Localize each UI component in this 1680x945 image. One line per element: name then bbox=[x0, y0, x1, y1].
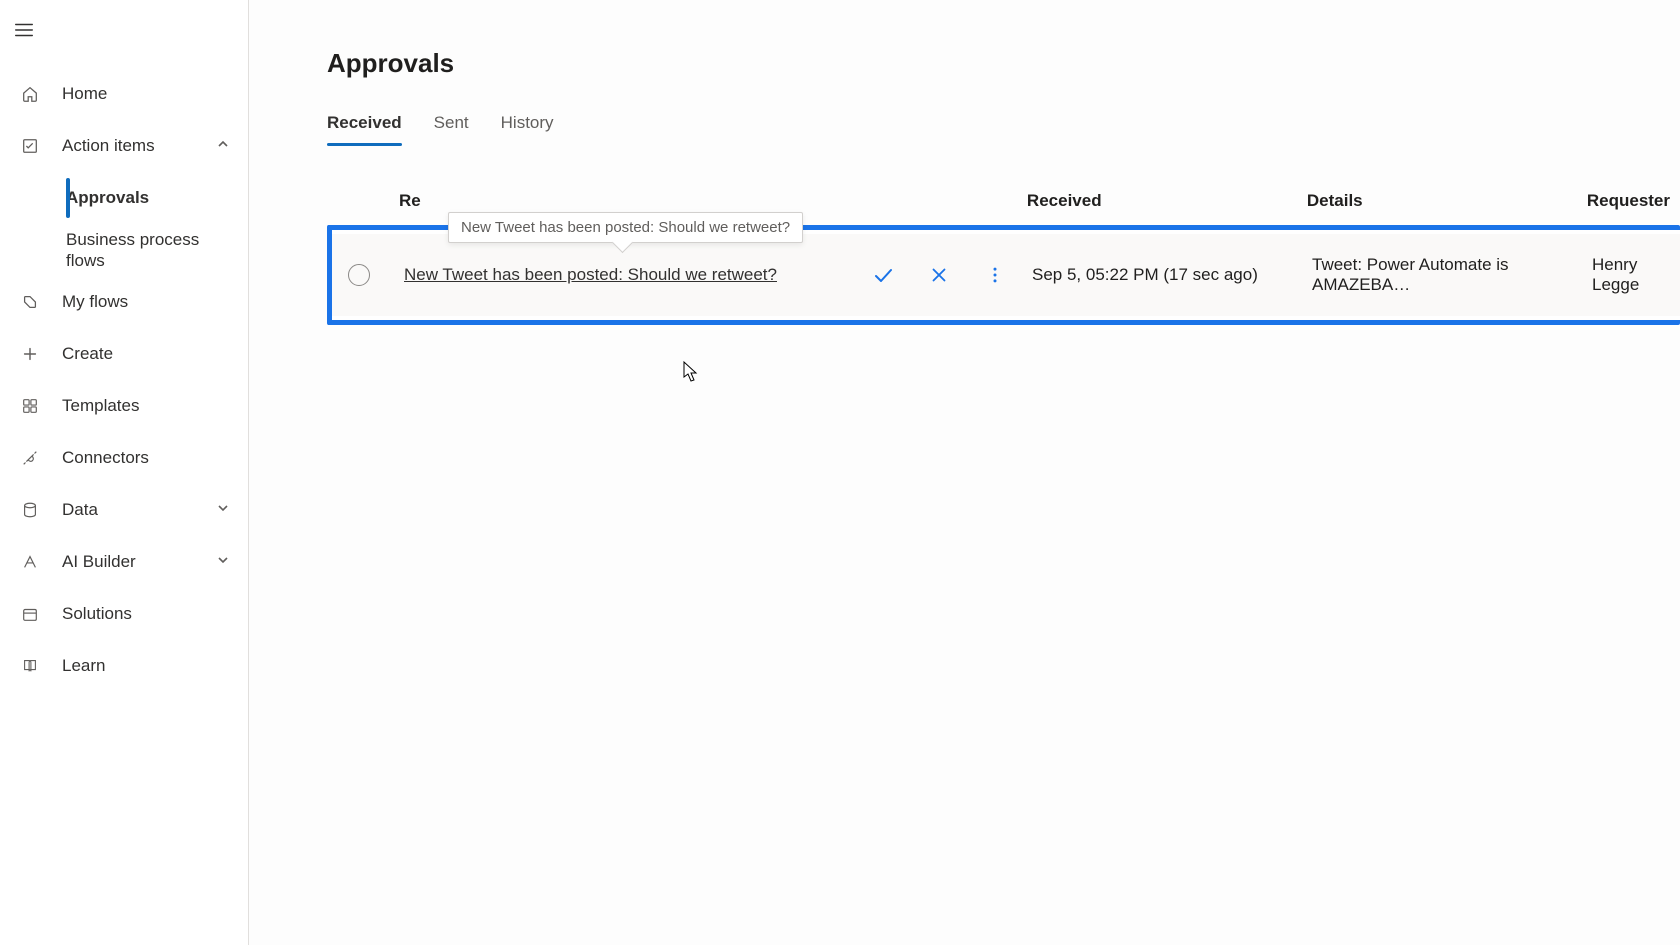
solutions-icon bbox=[18, 605, 42, 623]
tabs: Received Sent History bbox=[327, 113, 1680, 145]
sidebar-item-approvals[interactable]: Approvals bbox=[66, 172, 248, 224]
more-actions-button[interactable] bbox=[982, 262, 1008, 288]
connectors-icon bbox=[18, 449, 42, 467]
sidebar-item-label: Templates bbox=[62, 395, 230, 416]
row-request-cell: New Tweet has been posted: Should we ret… bbox=[404, 262, 1032, 288]
chevron-up-icon bbox=[216, 136, 230, 156]
sidebar-item-action-items[interactable]: Action items bbox=[0, 120, 248, 172]
sidebar-item-ai-builder[interactable]: AI Builder bbox=[0, 536, 248, 588]
page-title: Approvals bbox=[327, 48, 1680, 79]
sidebar-item-label: Data bbox=[62, 499, 216, 520]
chevron-down-icon bbox=[216, 500, 230, 520]
sidebar-item-label: Connectors bbox=[62, 447, 230, 468]
templates-icon bbox=[18, 397, 42, 415]
tab-history[interactable]: History bbox=[501, 113, 554, 145]
sidebar-item-label: Business process flows bbox=[66, 229, 230, 272]
home-icon bbox=[18, 85, 42, 103]
row-received-cell: Sep 5, 05:22 PM (17 sec ago) bbox=[1032, 265, 1312, 285]
learn-icon bbox=[18, 657, 42, 675]
sidebar-item-label: Action items bbox=[62, 135, 216, 156]
sidebar-item-label: Learn bbox=[62, 655, 230, 676]
main-content: Approvals Received Sent History Re Recei… bbox=[249, 0, 1680, 945]
row-select-radio[interactable] bbox=[348, 264, 370, 286]
plus-icon bbox=[18, 345, 42, 363]
checklist-icon bbox=[18, 137, 42, 155]
sidebar-item-create[interactable]: Create bbox=[0, 328, 248, 380]
sidebar-item-label: My flows bbox=[62, 291, 230, 312]
sidebar-item-label: Home bbox=[62, 83, 230, 104]
row-requester-cell: Henry Legge bbox=[1592, 255, 1670, 295]
more-vertical-icon bbox=[985, 265, 1005, 285]
hamburger-menu-button[interactable] bbox=[0, 10, 48, 50]
approve-button[interactable] bbox=[870, 262, 896, 288]
ai-builder-icon bbox=[18, 553, 42, 571]
reject-button[interactable] bbox=[926, 262, 952, 288]
tab-received[interactable]: Received bbox=[327, 113, 402, 145]
nav: Home Action items Approvals Business pro… bbox=[0, 68, 248, 692]
flow-icon bbox=[18, 293, 42, 311]
sidebar-item-label: Solutions bbox=[62, 603, 230, 624]
chevron-down-icon bbox=[216, 552, 230, 572]
column-header-request[interactable]: Re bbox=[399, 191, 1027, 211]
sidebar-item-business-process-flows[interactable]: Business process flows bbox=[66, 224, 248, 276]
sidebar-item-my-flows[interactable]: My flows bbox=[0, 276, 248, 328]
sidebar-item-connectors[interactable]: Connectors bbox=[0, 432, 248, 484]
check-icon bbox=[871, 263, 895, 287]
sidebar-item-label: Create bbox=[62, 343, 230, 364]
row-actions bbox=[870, 262, 1008, 288]
table-row[interactable]: New Tweet has been posted: Should we ret… bbox=[332, 234, 1680, 316]
sidebar-item-data[interactable]: Data bbox=[0, 484, 248, 536]
sidebar: Home Action items Approvals Business pro… bbox=[0, 0, 249, 945]
approvals-table: Re Received Details Requester New Tweet … bbox=[327, 191, 1680, 325]
sidebar-item-label: Approvals bbox=[66, 187, 230, 208]
approval-request-link[interactable]: New Tweet has been posted: Should we ret… bbox=[404, 265, 777, 285]
sidebar-item-home[interactable]: Home bbox=[0, 68, 248, 120]
tooltip: New Tweet has been posted: Should we ret… bbox=[448, 212, 803, 243]
data-icon bbox=[18, 501, 42, 519]
sidebar-item-solutions[interactable]: Solutions bbox=[0, 588, 248, 640]
cursor-icon bbox=[681, 360, 701, 384]
sidebar-item-learn[interactable]: Learn bbox=[0, 640, 248, 692]
column-header-requester[interactable]: Requester bbox=[1587, 191, 1670, 211]
column-header-details[interactable]: Details bbox=[1307, 191, 1587, 211]
row-details-cell: Tweet: Power Automate is AMAZEBA… bbox=[1312, 255, 1592, 295]
column-header-received[interactable]: Received bbox=[1027, 191, 1307, 211]
sidebar-item-templates[interactable]: Templates bbox=[0, 380, 248, 432]
table-row-highlight: New Tweet has been posted: Should we ret… bbox=[327, 225, 1680, 325]
hamburger-icon bbox=[13, 19, 35, 41]
sidebar-subnav-action-items: Approvals Business process flows bbox=[0, 172, 248, 276]
sidebar-item-label: AI Builder bbox=[62, 551, 216, 572]
tab-sent[interactable]: Sent bbox=[434, 113, 469, 145]
x-icon bbox=[928, 264, 950, 286]
row-select-cell bbox=[342, 264, 404, 286]
